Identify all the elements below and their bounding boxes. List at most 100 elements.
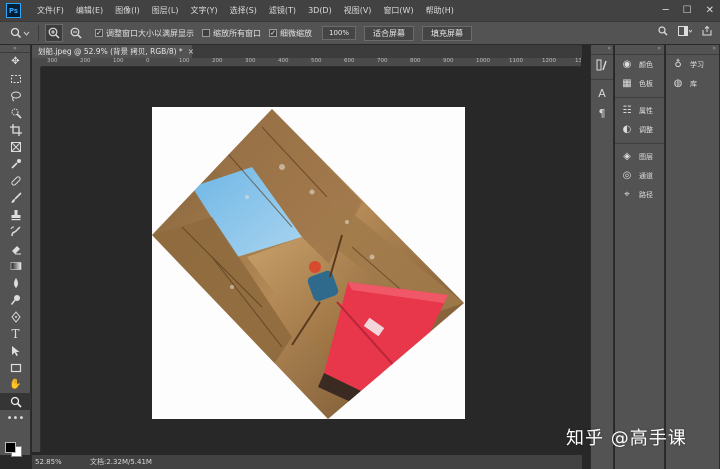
checkbox-checked[interactable]: ✓ — [269, 29, 277, 37]
paragraph-panel-icon[interactable]: ¶ — [591, 103, 613, 123]
collapse-toolbar-icon[interactable]: » — [0, 45, 30, 53]
panel-learn[interactable]: ♁ 学习 — [666, 55, 719, 74]
document-size[interactable]: 文档:2.32M/5.41M — [90, 457, 152, 467]
menu-view[interactable]: 视图(V) — [338, 5, 378, 16]
menu-edit[interactable]: 编辑(E) — [70, 5, 109, 16]
crop-icon — [9, 123, 22, 136]
history-icon[interactable] — [591, 55, 613, 75]
menu-3d[interactable]: 3D(D) — [302, 6, 338, 15]
panel-color[interactable]: ◉ 颜色 — [615, 55, 664, 74]
character-icon: A — [598, 86, 606, 100]
ruler-origin[interactable] — [32, 58, 41, 67]
menu-select[interactable]: 选择(S) — [224, 5, 263, 16]
checkbox-label: 细微缩放 — [280, 28, 312, 38]
color-swatches[interactable] — [5, 440, 25, 457]
panel-label: 通道 — [639, 171, 653, 180]
paths-icon: ⌖ — [624, 189, 630, 200]
menu-file[interactable]: 文件(F) — [31, 5, 70, 16]
expand-panels-icon[interactable]: » — [666, 45, 719, 55]
divider — [615, 139, 664, 144]
divider — [38, 25, 39, 41]
brush-tool[interactable] — [0, 189, 31, 206]
document-canvas[interactable] — [152, 107, 465, 419]
rectangle-tool[interactable] — [0, 359, 31, 376]
ruler-tick-label: 700 — [377, 58, 388, 64]
pen-tool[interactable] — [0, 308, 31, 325]
share-icon[interactable] — [702, 26, 712, 36]
ruler-tick-label: 400 — [278, 58, 289, 64]
collapse-icon[interactable]: « — [591, 45, 613, 55]
menu-window[interactable]: 窗口(W) — [377, 5, 419, 16]
history-brush-icon — [10, 225, 21, 236]
search-icon[interactable] — [658, 26, 668, 36]
panel-channels[interactable]: ◎ 通道 — [615, 166, 664, 185]
checkbox-checked[interactable]: ✓ — [95, 29, 103, 37]
panel-adjustments[interactable]: ◐ 调整 — [615, 120, 664, 139]
bandage-icon — [10, 175, 21, 186]
gradient-tool[interactable] — [0, 257, 31, 274]
close-tab-icon[interactable]: × — [188, 47, 194, 56]
options-bar: ✓ 调整窗口大小以满屏显示 缩放所有窗口 ✓ 细微缩放 100% 适合屏幕 填充… — [0, 21, 720, 45]
menu-help[interactable]: 帮助(H) — [420, 5, 460, 16]
healing-brush-tool[interactable] — [0, 172, 31, 189]
magnifier-icon — [10, 396, 22, 408]
zoom-out-button[interactable] — [67, 24, 85, 42]
edit-toolbar-button[interactable]: ••• — [0, 410, 31, 427]
canvas-area[interactable] — [41, 67, 581, 452]
properties-icon: ☷ — [622, 105, 632, 116]
path-select-tool[interactable] — [0, 342, 31, 359]
hand-tool[interactable]: ✋ — [0, 376, 31, 393]
panel-label: 颜色 — [639, 60, 653, 69]
quick-select-tool[interactable] — [0, 104, 31, 121]
adjustments-icon: ◐ — [622, 124, 632, 135]
horizontal-ruler[interactable]: 300 200 100 0 100 200 300 400 500 600 700 800 900 100… — [41, 58, 581, 67]
marquee-tool[interactable] — [0, 70, 31, 87]
zoom-in-button[interactable] — [45, 24, 63, 42]
frame-tool[interactable] — [0, 138, 31, 155]
resize-windows-checkbox[interactable]: ✓ 调整窗口大小以满屏显示 — [95, 28, 194, 39]
layers-icon: ◈ — [623, 151, 631, 162]
workspace-icon[interactable] — [678, 26, 692, 36]
maximize-icon[interactable]: ☐ — [683, 5, 692, 16]
close-icon[interactable]: ✕ — [706, 5, 714, 16]
zoom-percent-field[interactable]: 100% — [322, 26, 356, 40]
expand-panels-icon[interactable]: » — [615, 45, 664, 55]
panel-libraries[interactable]: ◍ 库 — [666, 74, 719, 93]
eyedropper-tool[interactable] — [0, 155, 31, 172]
minimize-icon[interactable]: ─ — [663, 5, 669, 16]
vertical-ruler[interactable] — [32, 67, 41, 452]
lasso-tool[interactable] — [0, 87, 31, 104]
tool-preset-picker[interactable] — [6, 23, 34, 43]
menu-type[interactable]: 文字(Y) — [184, 5, 223, 16]
dodge-tool[interactable] — [0, 291, 31, 308]
scrubby-zoom-checkbox[interactable]: ✓ 细微缩放 — [269, 28, 312, 39]
photoshop-window: Ps 文件(F) 编辑(E) 图像(I) 图层(L) 文字(Y) 选择(S) 滤… — [0, 0, 720, 469]
fill-screen-button[interactable]: 填充屏幕 — [422, 25, 472, 41]
panel-properties[interactable]: ☷ 属性 — [615, 101, 664, 120]
ruler-tick-label: 800 — [410, 58, 421, 64]
zoom-level[interactable]: 52.85% — [32, 458, 72, 466]
panel-layers[interactable]: ◈ 图层 — [615, 147, 664, 166]
divider — [615, 93, 664, 98]
watermark: 知乎 @高手课 — [566, 428, 687, 449]
move-tool[interactable]: ✥ — [0, 53, 31, 70]
history-brush-tool[interactable] — [0, 223, 31, 240]
blur-tool[interactable] — [0, 274, 31, 291]
zoom-tool[interactable] — [0, 393, 31, 410]
document-tab[interactable]: 划船.jpeg @ 52.9% (背景 拷贝, RGB/8) * × — [32, 45, 194, 58]
zoom-out-icon — [70, 27, 82, 39]
zoom-all-windows-checkbox[interactable]: 缩放所有窗口 — [202, 28, 261, 39]
menu-layer[interactable]: 图层(L) — [146, 5, 185, 16]
character-panel-icon[interactable]: A — [591, 83, 613, 103]
menu-filter[interactable]: 滤镜(T) — [263, 5, 302, 16]
crop-tool[interactable] — [0, 121, 31, 138]
menu-image[interactable]: 图像(I) — [109, 5, 146, 16]
type-tool[interactable]: T — [0, 325, 31, 342]
fit-screen-button[interactable]: 适合屏幕 — [364, 25, 414, 41]
panel-paths[interactable]: ⌖ 路径 — [615, 185, 664, 204]
checkbox-unchecked[interactable] — [202, 29, 210, 37]
clone-stamp-tool[interactable] — [0, 206, 31, 223]
foreground-color[interactable] — [5, 442, 16, 453]
panel-swatches[interactable]: ▦ 色板 — [615, 74, 664, 93]
eraser-tool[interactable] — [0, 240, 31, 257]
